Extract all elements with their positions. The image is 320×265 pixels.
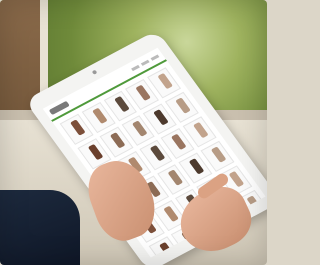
vignette [0,0,267,265]
photo-scene [0,0,267,265]
